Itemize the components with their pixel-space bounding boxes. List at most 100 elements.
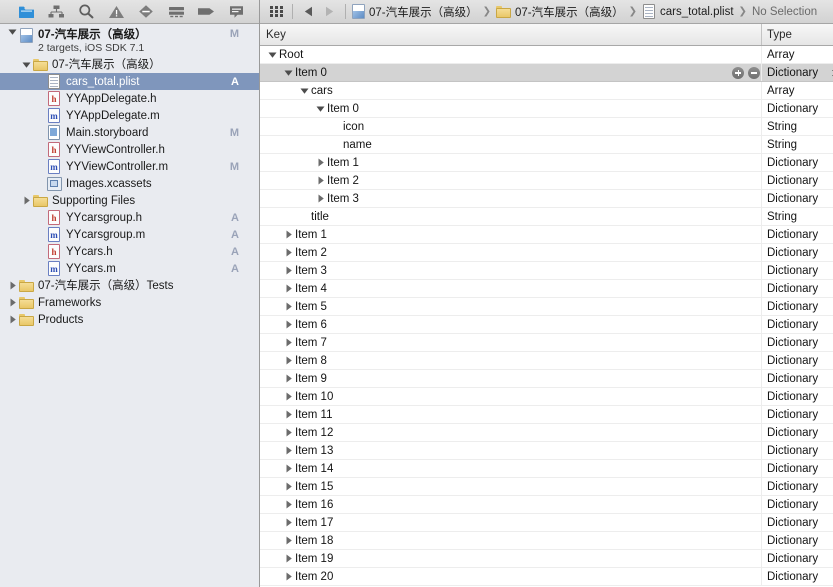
disclosure-open-icon[interactable] bbox=[283, 69, 294, 77]
disclosure-open-icon[interactable] bbox=[315, 105, 326, 113]
nav-item-yycarsgroup-m[interactable]: mYYcarsgroup.mA bbox=[0, 226, 259, 243]
table-row[interactable]: Item 3Dictionary(2 items) bbox=[260, 262, 833, 280]
key-cell[interactable]: Item 12 bbox=[283, 424, 333, 441]
symbol-hierarchy-icon[interactable] bbox=[41, 1, 71, 23]
table-row[interactable]: carsArray(4 items) bbox=[260, 82, 833, 100]
disclosure-closed-icon[interactable] bbox=[283, 518, 294, 527]
table-row[interactable]: Item 5Dictionary(2 items) bbox=[260, 298, 833, 316]
key-cell[interactable]: name bbox=[331, 136, 372, 153]
type-cell[interactable]: Dictionary bbox=[767, 334, 818, 351]
disclosure-closed-icon[interactable] bbox=[283, 284, 294, 293]
disclosure-closed-icon[interactable] bbox=[21, 196, 32, 205]
type-cell[interactable]: Dictionary bbox=[767, 100, 818, 117]
nav-item-yycars-h[interactable]: hYYcars.hA bbox=[0, 243, 259, 260]
key-cell[interactable]: Item 14 bbox=[283, 460, 333, 477]
table-row[interactable]: Item 19Dictionary(2 items) bbox=[260, 550, 833, 568]
key-cell[interactable]: Item 11 bbox=[283, 406, 333, 423]
table-row[interactable]: Item 9Dictionary(2 items) bbox=[260, 370, 833, 388]
type-cell[interactable]: Dictionary bbox=[767, 172, 818, 189]
table-row[interactable]: Item 15Dictionary(2 items) bbox=[260, 478, 833, 496]
type-cell[interactable]: Dictionary bbox=[767, 64, 818, 81]
disclosure-closed-icon[interactable] bbox=[283, 266, 294, 275]
type-cell[interactable]: Dictionary bbox=[767, 298, 818, 315]
key-cell[interactable]: Item 6 bbox=[283, 316, 327, 333]
type-cell[interactable]: Dictionary bbox=[767, 262, 818, 279]
key-cell[interactable]: Item 9 bbox=[283, 370, 327, 387]
disclosure-closed-icon[interactable] bbox=[7, 281, 18, 290]
type-cell[interactable]: Dictionary bbox=[767, 352, 818, 369]
type-cell[interactable]: Array bbox=[767, 82, 794, 99]
report-icon[interactable] bbox=[221, 1, 251, 23]
table-row[interactable]: Item 1Dictionary(2 items) bbox=[260, 154, 833, 172]
type-cell[interactable]: Dictionary bbox=[767, 532, 818, 549]
breakpoint-tag-icon[interactable] bbox=[191, 1, 221, 23]
type-cell[interactable]: Dictionary bbox=[767, 514, 818, 531]
disclosure-closed-icon[interactable] bbox=[315, 194, 326, 203]
nav-item-images-xcassets[interactable]: Images.xcassets bbox=[0, 175, 259, 192]
disclosure-closed-icon[interactable] bbox=[283, 392, 294, 401]
debug-icon[interactable] bbox=[161, 1, 191, 23]
disclosure-closed-icon[interactable] bbox=[283, 410, 294, 419]
breadcrumb-selection[interactable]: No Selection bbox=[752, 6, 817, 18]
key-cell[interactable]: icon bbox=[331, 118, 364, 135]
type-cell[interactable]: Dictionary bbox=[767, 460, 818, 477]
disclosure-closed-icon[interactable] bbox=[283, 248, 294, 257]
disclosure-closed-icon[interactable] bbox=[283, 446, 294, 455]
type-cell[interactable]: Dictionary bbox=[767, 442, 818, 459]
nav-item-yyappdelegate-m[interactable]: mYYAppDelegate.m bbox=[0, 107, 259, 124]
type-cell[interactable]: Dictionary bbox=[767, 388, 818, 405]
type-cell[interactable]: Dictionary bbox=[767, 550, 818, 567]
related-items-icon[interactable] bbox=[266, 6, 286, 17]
navigator-file-list[interactable]: 07-汽车展示（高级）2 targets, iOS SDK 7.1M07-汽车展… bbox=[0, 24, 259, 587]
key-cell[interactable]: Root bbox=[267, 46, 303, 63]
disclosure-closed-icon[interactable] bbox=[7, 298, 18, 307]
table-row[interactable]: titleStringA bbox=[260, 208, 833, 226]
disclosure-closed-icon[interactable] bbox=[283, 302, 294, 311]
nav-item-supporting-files[interactable]: Supporting Files bbox=[0, 192, 259, 209]
disclosure-closed-icon[interactable] bbox=[283, 554, 294, 563]
table-row[interactable]: nameStringAC Schnitzer bbox=[260, 136, 833, 154]
type-cell[interactable]: Dictionary bbox=[767, 424, 818, 441]
table-row[interactable]: Item 2Dictionary(2 items) bbox=[260, 244, 833, 262]
table-row[interactable]: Item 4Dictionary(2 items) bbox=[260, 280, 833, 298]
type-cell[interactable]: String bbox=[767, 136, 797, 153]
nav-item-products[interactable]: Products bbox=[0, 311, 259, 328]
nav-item-yyviewcontroller-h[interactable]: hYYViewController.h bbox=[0, 141, 259, 158]
key-cell[interactable]: Item 8 bbox=[283, 352, 327, 369]
disclosure-closed-icon[interactable] bbox=[283, 338, 294, 347]
key-cell[interactable]: title bbox=[299, 208, 329, 225]
breadcrumb-project[interactable]: 07-汽车展示（高级） bbox=[352, 4, 478, 20]
nav-item-07-tests[interactable]: 07-汽车展示（高级）Tests bbox=[0, 277, 259, 294]
type-cell[interactable]: String bbox=[767, 118, 797, 135]
key-cell[interactable]: Item 2 bbox=[283, 244, 327, 261]
disclosure-open-icon[interactable] bbox=[21, 61, 32, 69]
table-row[interactable]: Item 1Dictionary(2 items) bbox=[260, 226, 833, 244]
disclosure-closed-icon[interactable] bbox=[315, 176, 326, 185]
type-cell[interactable]: Dictionary bbox=[767, 496, 818, 513]
disclosure-closed-icon[interactable] bbox=[283, 374, 294, 383]
type-cell[interactable]: Dictionary bbox=[767, 190, 818, 207]
table-row[interactable]: Item 20Dictionary(2 items) bbox=[260, 568, 833, 586]
folder-icon[interactable] bbox=[11, 1, 41, 23]
back-button[interactable] bbox=[299, 6, 319, 17]
table-row[interactable]: Item 0Dictionary(2 items) bbox=[260, 100, 833, 118]
key-cell[interactable]: Item 16 bbox=[283, 496, 333, 513]
key-cell[interactable]: cars bbox=[299, 82, 333, 99]
key-cell[interactable]: Item 0 bbox=[283, 64, 327, 81]
table-row[interactable]: Item 11Dictionary(2 items) bbox=[260, 406, 833, 424]
type-cell[interactable]: Dictionary bbox=[767, 370, 818, 387]
disclosure-open-icon[interactable] bbox=[299, 87, 310, 95]
key-cell[interactable]: Item 18 bbox=[283, 532, 333, 549]
type-cell[interactable]: Array bbox=[767, 46, 794, 63]
nav-item-cars-total-plist[interactable]: cars_total.plistA bbox=[0, 73, 259, 90]
disclosure-closed-icon[interactable] bbox=[7, 315, 18, 324]
type-cell[interactable]: String bbox=[767, 208, 797, 225]
table-row[interactable]: Item 17Dictionary(2 items) bbox=[260, 514, 833, 532]
key-cell[interactable]: Item 13 bbox=[283, 442, 333, 459]
remove-row-button[interactable] bbox=[748, 67, 760, 79]
table-row[interactable]: Item 0Dictionary(2 items) bbox=[260, 64, 833, 82]
table-row[interactable]: Item 10Dictionary(2 items) bbox=[260, 388, 833, 406]
nav-item-07[interactable]: 07-汽车展示（高级） bbox=[0, 56, 259, 73]
type-cell[interactable]: Dictionary bbox=[767, 406, 818, 423]
type-cell[interactable]: Dictionary bbox=[767, 568, 818, 585]
